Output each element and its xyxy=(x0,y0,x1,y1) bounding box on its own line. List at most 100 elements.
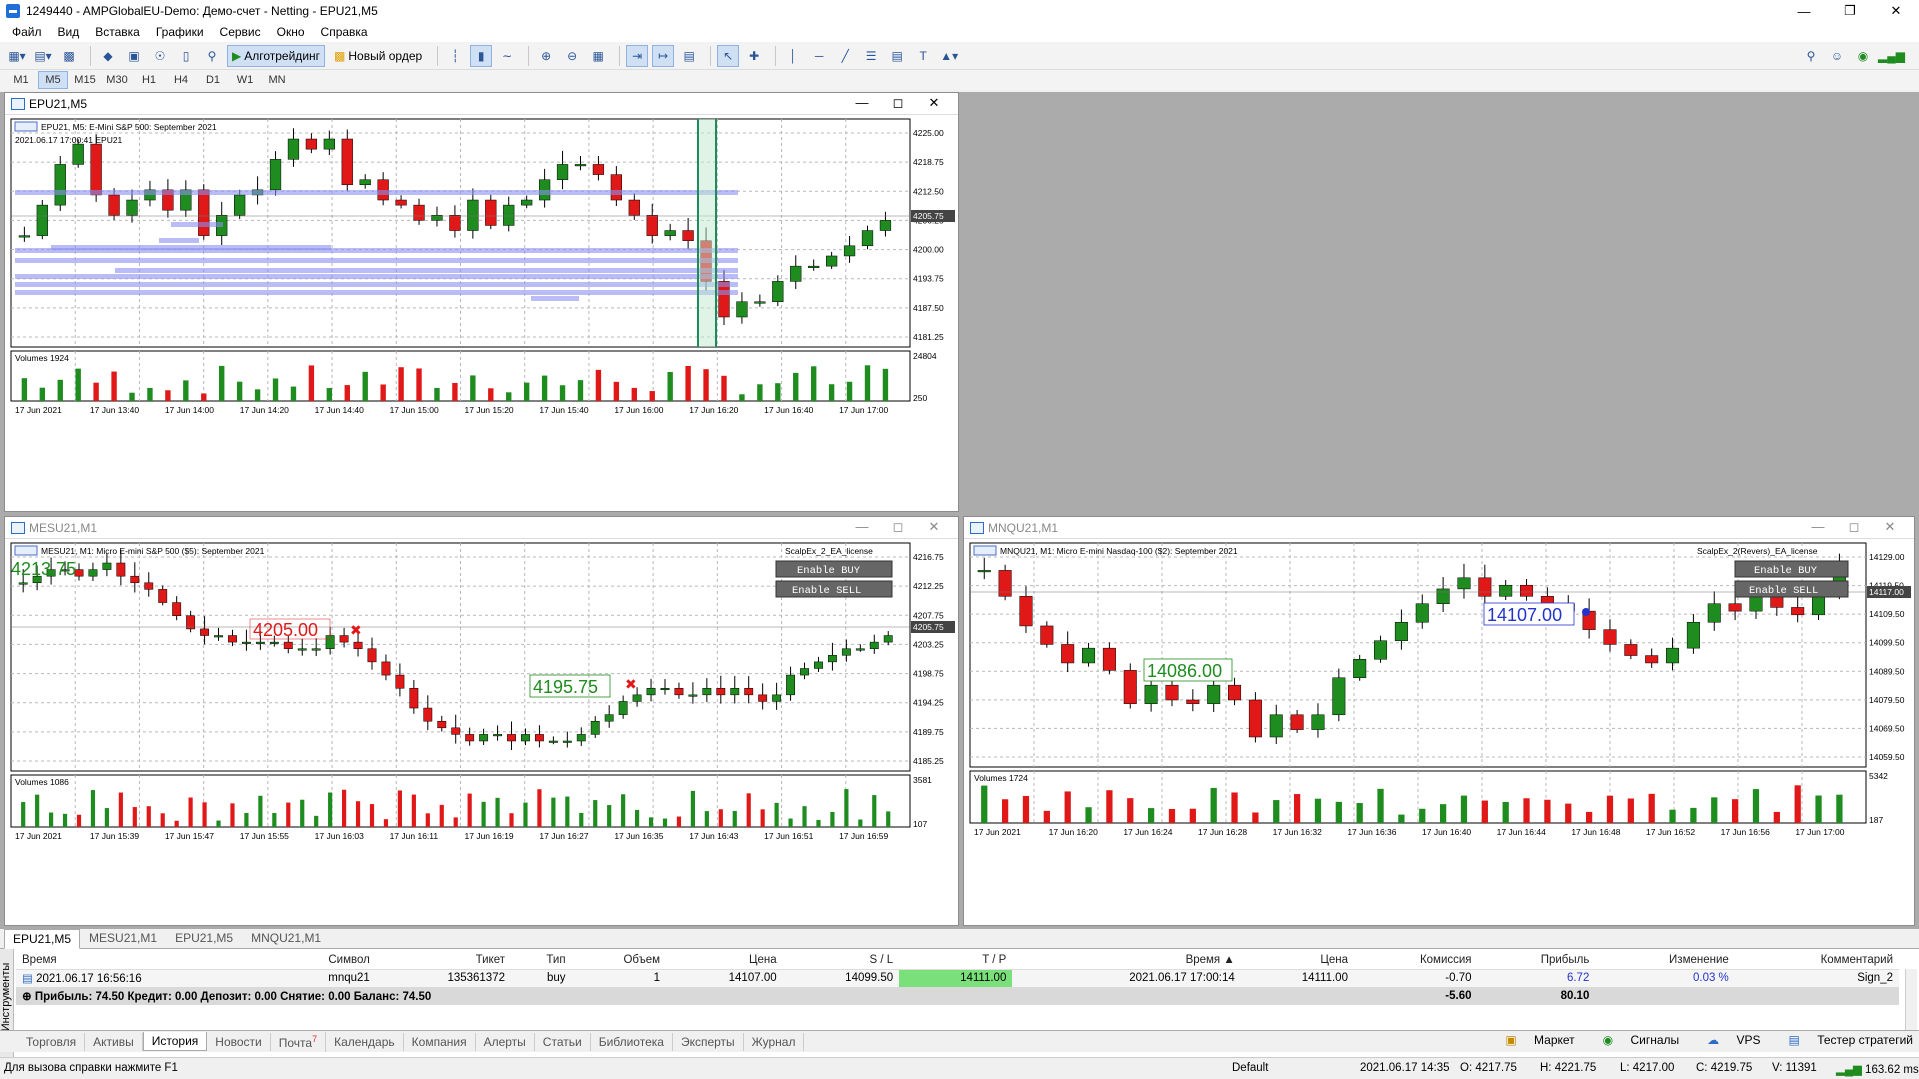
menu-view[interactable]: Вид xyxy=(50,25,88,39)
col-close-time[interactable]: Время ▲ xyxy=(1012,951,1241,970)
equidistant-channel-icon[interactable]: ☰ xyxy=(860,45,882,67)
menu-charts[interactable]: Графики xyxy=(148,25,212,39)
account-icon[interactable]: ☺ xyxy=(1826,45,1848,67)
candlestick-chart[interactable]: 14129.0014119.5014109.5014099.5014089.50… xyxy=(964,539,1914,925)
indicators-icon[interactable]: ▤ xyxy=(678,45,700,67)
tf-w1[interactable]: W1 xyxy=(230,71,260,89)
tf-d1[interactable]: D1 xyxy=(198,71,228,89)
col-change[interactable]: Изменение xyxy=(1595,951,1735,970)
signal-status-icon[interactable]: ◉ xyxy=(1852,45,1874,67)
candlestick-chart[interactable]: 4216.75 4212.25 4207.75 4203.25 4198.75 4194.… xyxy=(5,539,958,925)
minimize-button[interactable]: — xyxy=(1800,519,1836,535)
strategy-tester-button[interactable]: ▤ Тестер стратегий xyxy=(1775,1033,1913,1047)
zoom-in-icon[interactable]: ⊕ xyxy=(535,45,557,67)
table-row[interactable]: ▤ 2021.06.17 16:56:16 mnqu21 135361372 b… xyxy=(16,969,1899,987)
tab-journal[interactable]: Журнал xyxy=(744,1032,805,1051)
tf-m30[interactable]: M30 xyxy=(102,71,132,89)
trendline-icon[interactable]: ╱ xyxy=(834,45,856,67)
close-button[interactable]: ✕ xyxy=(1873,0,1919,22)
menu-insert[interactable]: Вставка xyxy=(87,25,148,39)
tab-calendar[interactable]: Календарь xyxy=(326,1032,404,1051)
navigator-icon[interactable]: ☉ xyxy=(149,45,171,67)
new-order-button[interactable]: ▩ Новый ордер xyxy=(329,45,427,67)
autoscroll-icon[interactable]: ⇥ xyxy=(626,44,649,67)
line-chart-icon[interactable]: ∼ xyxy=(496,45,518,67)
profiles-icon[interactable]: ▤▾ xyxy=(32,45,54,67)
tf-h1[interactable]: H1 xyxy=(134,71,164,89)
candlestick-icon[interactable]: ▮ xyxy=(470,44,493,67)
close-button[interactable]: ✕ xyxy=(1872,519,1908,535)
tf-h4[interactable]: H4 xyxy=(166,71,196,89)
col-commission[interactable]: Комиссия xyxy=(1353,951,1478,970)
col-sl[interactable]: S / L xyxy=(782,951,900,970)
fibonacci-icon[interactable]: ▤ xyxy=(886,45,908,67)
tab-assets[interactable]: Активы xyxy=(85,1032,143,1051)
text-icon[interactable]: T xyxy=(912,45,934,67)
chart-tab[interactable]: EPU21,M5 xyxy=(4,929,81,949)
maximize-button[interactable]: ◻ xyxy=(1836,519,1872,535)
chart-tab[interactable]: MNQU21,M1 xyxy=(242,928,330,948)
menu-window[interactable]: Окно xyxy=(269,25,313,39)
tab-news[interactable]: Новости xyxy=(207,1032,271,1051)
tab-alerts[interactable]: Алерты xyxy=(476,1032,535,1051)
menu-help[interactable]: Справка xyxy=(313,25,376,39)
close-button[interactable]: ✕ xyxy=(916,95,952,111)
minimize-button[interactable]: — xyxy=(1781,0,1827,22)
chart-shift-icon[interactable]: ↦ xyxy=(652,44,675,67)
tab-trade[interactable]: Торговля xyxy=(18,1032,86,1051)
tab-articles[interactable]: Статьи xyxy=(535,1032,591,1051)
market-button[interactable]: ▣ Маркет xyxy=(1491,1033,1574,1047)
horizontal-line-icon[interactable]: ─ xyxy=(808,45,830,67)
chart-tab[interactable]: MESU21,M1 xyxy=(80,928,166,948)
col-price[interactable]: Цена xyxy=(666,951,783,970)
col-close-price[interactable]: Цена xyxy=(1240,951,1354,970)
maximize-button[interactable]: ◻ xyxy=(880,95,916,111)
templates-icon[interactable]: ▩ xyxy=(58,45,80,67)
chart-tab[interactable]: EPU21,M5 xyxy=(166,928,242,948)
candlestick-chart[interactable]: 4225.004218.754212.504206.254200.004193.… xyxy=(5,115,958,511)
terminal-icon[interactable]: ▯ xyxy=(175,45,197,67)
tab-mailbox[interactable]: Почта7 xyxy=(271,1031,327,1052)
tf-m1[interactable]: M1 xyxy=(6,71,36,89)
col-time[interactable]: Время xyxy=(16,951,272,970)
vps-button[interactable]: ☁ VPS xyxy=(1693,1033,1760,1047)
col-ticket[interactable]: Тикет xyxy=(375,951,511,970)
chart-window-mesu21-m1[interactable]: MESU21,M1 — ◻ ✕ 4216.75 4212.25 4207.75 420… xyxy=(4,516,959,926)
tf-mn[interactable]: MN xyxy=(262,71,292,89)
maximize-button[interactable]: ◻ xyxy=(880,519,916,535)
tf-m15[interactable]: M15 xyxy=(70,71,100,89)
market-watch-icon[interactable]: ◆ xyxy=(97,45,119,67)
signals-button[interactable]: ◉ Сигналы xyxy=(1589,1033,1680,1047)
data-window-icon[interactable]: ▣ xyxy=(123,45,145,67)
chart-window-epu21-m5[interactable]: EPU21,M5 — ◻ ✕ 4225.004218.754212.504206… xyxy=(4,92,959,512)
status-profile[interactable]: Default xyxy=(1232,1062,1268,1074)
tf-m5[interactable]: M5 xyxy=(38,71,68,89)
minimize-button[interactable]: — xyxy=(844,519,880,535)
new-chart-icon[interactable]: ▦▾ xyxy=(6,45,28,67)
close-button[interactable]: ✕ xyxy=(916,519,952,535)
tile-windows-icon[interactable]: ▦ xyxy=(587,45,609,67)
tab-library[interactable]: Библиотека xyxy=(591,1032,673,1051)
vertical-scrollbar[interactable] xyxy=(1905,969,1917,1033)
chart-window-mnqu21-m1[interactable]: MNQU21,M1 — ◻ ✕ 14129.00 14119.50 14109.50… xyxy=(963,516,1915,926)
maximize-button[interactable]: ❐ xyxy=(1827,0,1873,22)
vertical-line-icon[interactable]: │ xyxy=(782,45,804,67)
tab-company[interactable]: Компания xyxy=(404,1032,476,1051)
algo-trading-button[interactable]: ▶ Алготрейдинг xyxy=(227,44,326,67)
search-icon[interactable]: ⚲ xyxy=(1800,45,1822,67)
bar-chart-icon[interactable]: ┆ xyxy=(444,45,466,67)
col-volume[interactable]: Объем xyxy=(571,951,667,970)
menu-tools[interactable]: Сервис xyxy=(212,25,269,39)
cursor-icon[interactable]: ↖ xyxy=(717,44,740,67)
col-symbol[interactable]: Символ xyxy=(271,951,376,970)
zoom-out-icon[interactable]: ⊖ xyxy=(561,45,583,67)
tab-history[interactable]: История xyxy=(142,1032,208,1051)
col-tp[interactable]: T / P xyxy=(899,951,1013,970)
menu-file[interactable]: Файл xyxy=(4,25,50,39)
tab-experts[interactable]: Эксперты xyxy=(673,1032,744,1051)
col-profit[interactable]: Прибыль xyxy=(1477,951,1596,970)
col-type[interactable]: Тип xyxy=(511,951,572,970)
shapes-icon[interactable]: ▲▾ xyxy=(938,45,960,67)
col-comment[interactable]: Комментарий xyxy=(1734,951,1899,970)
minimize-button[interactable]: — xyxy=(844,95,880,111)
